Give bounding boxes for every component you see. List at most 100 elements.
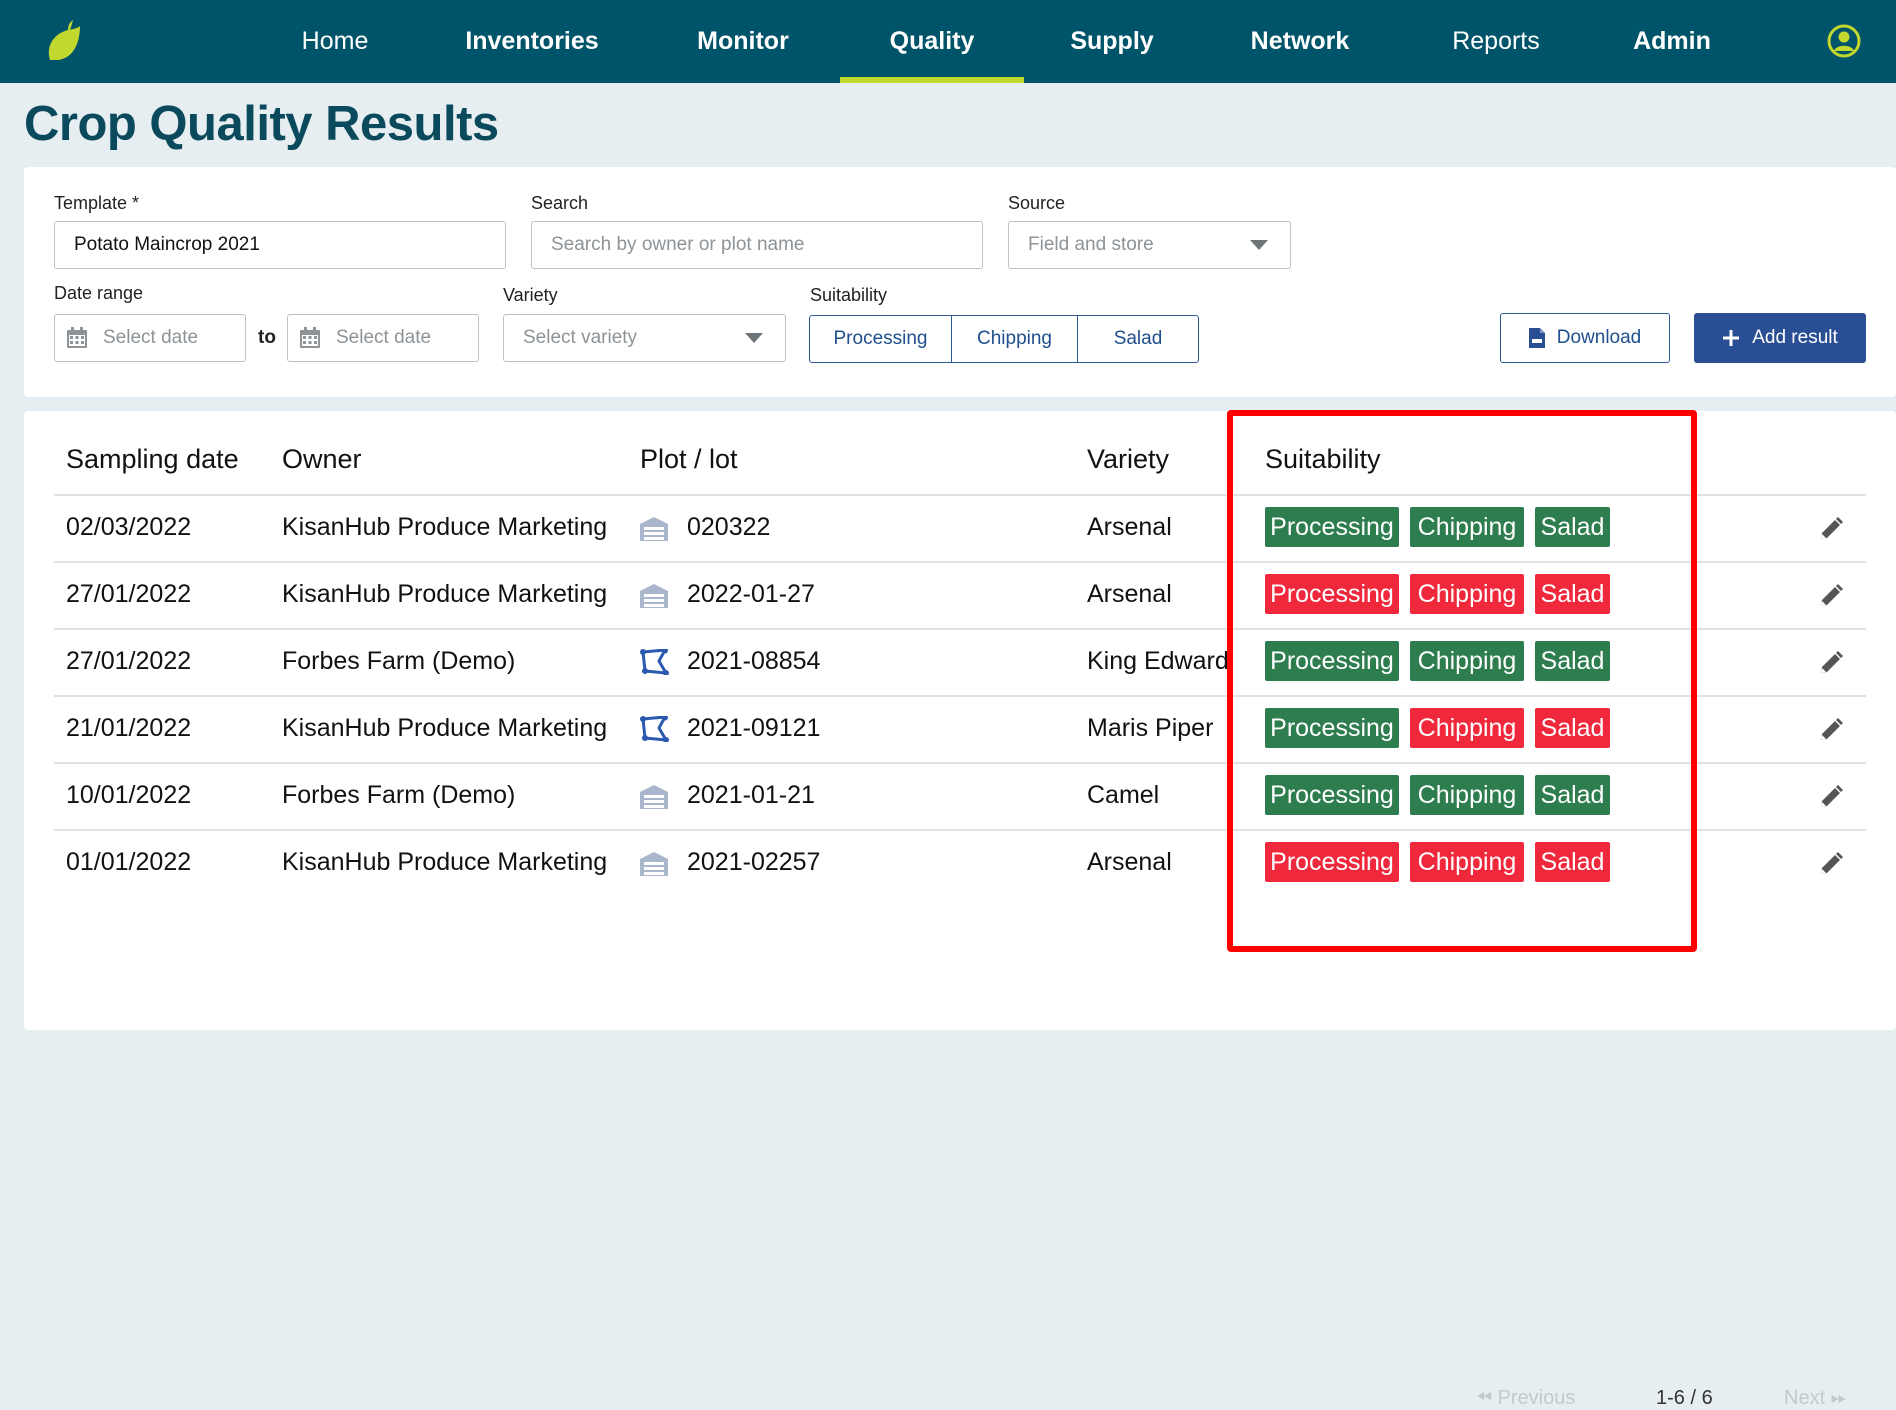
pagination-previous-button[interactable]: ⏪︎ Previous <box>1476 1387 1575 1410</box>
cell-plot-lot[interactable]: 2021-01-21 <box>687 781 815 810</box>
badge-salad: Salad <box>1535 574 1610 614</box>
date-to-input[interactable]: Select date <box>287 314 479 362</box>
cell-sampling-date: 27/01/2022 <box>66 580 192 608</box>
pencil-edit-icon[interactable] <box>1817 582 1845 610</box>
nav-admin[interactable]: Admin <box>1632 0 1712 83</box>
badge-processing: Processing <box>1265 574 1399 614</box>
column-header-suitability[interactable]: Suitability <box>1265 444 1381 475</box>
template-field[interactable]: Potato Maincrop 2021 <box>54 221 506 269</box>
column-header-variety[interactable]: Variety <box>1087 444 1169 475</box>
pencil-edit-icon[interactable] <box>1817 716 1845 744</box>
column-header-sampling-date[interactable]: Sampling date <box>66 444 239 475</box>
badge-salad: Salad <box>1535 842 1610 882</box>
cell-owner: KisanHub Produce Marketing <box>282 714 608 742</box>
table-row[interactable]: 27/01/2022 KisanHub Produce Marketing 2022… <box>24 562 1896 629</box>
cell-plot-lot[interactable]: 2022-01-27 <box>687 580 815 609</box>
search-label: Search <box>531 193 589 213</box>
download-label: Download <box>1556 327 1642 348</box>
badge-processing: Processing <box>1265 507 1399 547</box>
date-from-input[interactable]: Select date <box>54 314 246 362</box>
cell-variety: Arsenal <box>1087 848 1172 876</box>
cell-plot-lot[interactable]: 2021-09121 <box>687 714 820 743</box>
cell-owner: KisanHub Produce Marketing <box>282 513 608 541</box>
plus-icon <box>1723 330 1740 346</box>
badge-salad: Salad <box>1535 775 1610 815</box>
badge-chipping: Chipping <box>1410 507 1524 547</box>
template-label: Template * <box>54 193 140 213</box>
cell-variety: Arsenal <box>1087 513 1172 541</box>
nav-inventories[interactable]: Inventories <box>462 0 602 83</box>
user-circle-icon[interactable] <box>1827 24 1861 58</box>
cell-sampling-date: 01/01/2022 <box>66 848 192 876</box>
column-header-plot-lot[interactable]: Plot / lot <box>640 444 738 475</box>
variety-label: Variety <box>503 285 558 305</box>
calendar-icon <box>67 327 87 348</box>
add-result-button[interactable]: Add result <box>1694 313 1866 363</box>
badge-processing: Processing <box>1265 842 1399 882</box>
cell-sampling-date: 10/01/2022 <box>66 781 192 809</box>
badge-salad: Salad <box>1535 641 1610 681</box>
suitability-salad-toggle[interactable]: Salad <box>1078 316 1198 362</box>
date-from-placeholder: Select date <box>103 327 199 348</box>
cell-sampling-date: 02/03/2022 <box>66 513 192 541</box>
store-icon <box>639 582 669 608</box>
calendar-icon <box>300 327 320 348</box>
suitability-processing-toggle[interactable]: Processing <box>810 316 952 362</box>
cell-owner: Forbes Farm (Demo) <box>282 781 516 809</box>
store-icon <box>639 515 669 541</box>
cell-plot-lot[interactable]: 020322 <box>687 513 770 542</box>
badge-chipping: Chipping <box>1410 775 1524 815</box>
suitability-chipping-toggle[interactable]: Chipping <box>952 316 1078 362</box>
search-input[interactable]: Search by owner or plot name <box>531 221 983 269</box>
badge-salad: Salad <box>1535 708 1610 748</box>
nav-network[interactable]: Network <box>1244 0 1356 83</box>
download-button[interactable]: Download <box>1500 313 1670 363</box>
pencil-edit-icon[interactable] <box>1817 649 1845 677</box>
pencil-edit-icon[interactable] <box>1817 783 1845 811</box>
nav-monitor[interactable]: Monitor <box>690 0 796 83</box>
csv-file-icon <box>1528 328 1545 348</box>
cell-variety: Camel <box>1087 781 1160 809</box>
table-row[interactable]: 21/01/2022 KisanHub Produce Marketing 2021… <box>24 696 1896 763</box>
results-table: Sampling date Owner Plot / lot Variety S… <box>24 411 1896 1409</box>
source-value: Field and store <box>1028 234 1154 255</box>
table-row[interactable]: 01/01/2022 KisanHub Produce Marketing 2021… <box>24 830 1896 897</box>
cell-owner: Forbes Farm (Demo) <box>282 647 516 675</box>
nav-home[interactable]: Home <box>296 0 374 83</box>
table-row[interactable]: 27/01/2022 Forbes Farm (Demo) 2021-08854 Ki… <box>24 629 1896 696</box>
cell-variety: Maris Piper <box>1087 714 1214 742</box>
badge-processing: Processing <box>1265 708 1399 748</box>
store-icon <box>639 783 669 809</box>
pencil-edit-icon[interactable] <box>1817 515 1845 543</box>
cell-variety: Arsenal <box>1087 580 1172 608</box>
date-to-placeholder: Select date <box>336 327 432 348</box>
filter-panel: Template * Potato Maincrop 2021 Search S… <box>24 167 1896 397</box>
field-icon <box>639 647 669 676</box>
date-range-to-label: to <box>258 327 276 348</box>
cell-owner: KisanHub Produce Marketing <box>282 580 608 608</box>
column-header-owner[interactable]: Owner <box>282 444 362 475</box>
table-row[interactable]: 10/01/2022 Forbes Farm (Demo) 2021-01-21 Ca… <box>24 763 1896 830</box>
badge-chipping: Chipping <box>1410 708 1524 748</box>
nav-supply[interactable]: Supply <box>1068 0 1156 83</box>
table-row[interactable]: 02/03/2022 KisanHub Produce Marketing 0203… <box>24 495 1896 562</box>
cell-plot-lot[interactable]: 2021-08854 <box>687 647 820 676</box>
chevron-down-icon <box>1250 240 1268 250</box>
cell-plot-lot[interactable]: 2021-02257 <box>687 848 820 877</box>
variety-select[interactable]: Select variety <box>503 314 786 362</box>
badge-chipping: Chipping <box>1410 842 1524 882</box>
pagination-next-button[interactable]: Next ⏩︎ <box>1784 1387 1847 1410</box>
double-chevron-right-icon: ⏩︎ <box>1830 1387 1847 1409</box>
add-result-label: Add result <box>1752 327 1838 348</box>
next-label: Next <box>1784 1387 1826 1409</box>
source-select[interactable]: Field and store <box>1008 221 1291 269</box>
variety-placeholder: Select variety <box>523 327 638 348</box>
leaf-logo-icon[interactable] <box>44 20 82 64</box>
nav-quality[interactable]: Quality <box>840 0 1024 83</box>
cell-sampling-date: 21/01/2022 <box>66 714 192 742</box>
pencil-edit-icon[interactable] <box>1817 850 1845 878</box>
badge-processing: Processing <box>1265 775 1399 815</box>
chevron-down-icon <box>745 333 763 343</box>
suitability-toggle-group: Processing Chipping Salad <box>809 315 1199 363</box>
nav-reports[interactable]: Reports <box>1444 0 1548 83</box>
